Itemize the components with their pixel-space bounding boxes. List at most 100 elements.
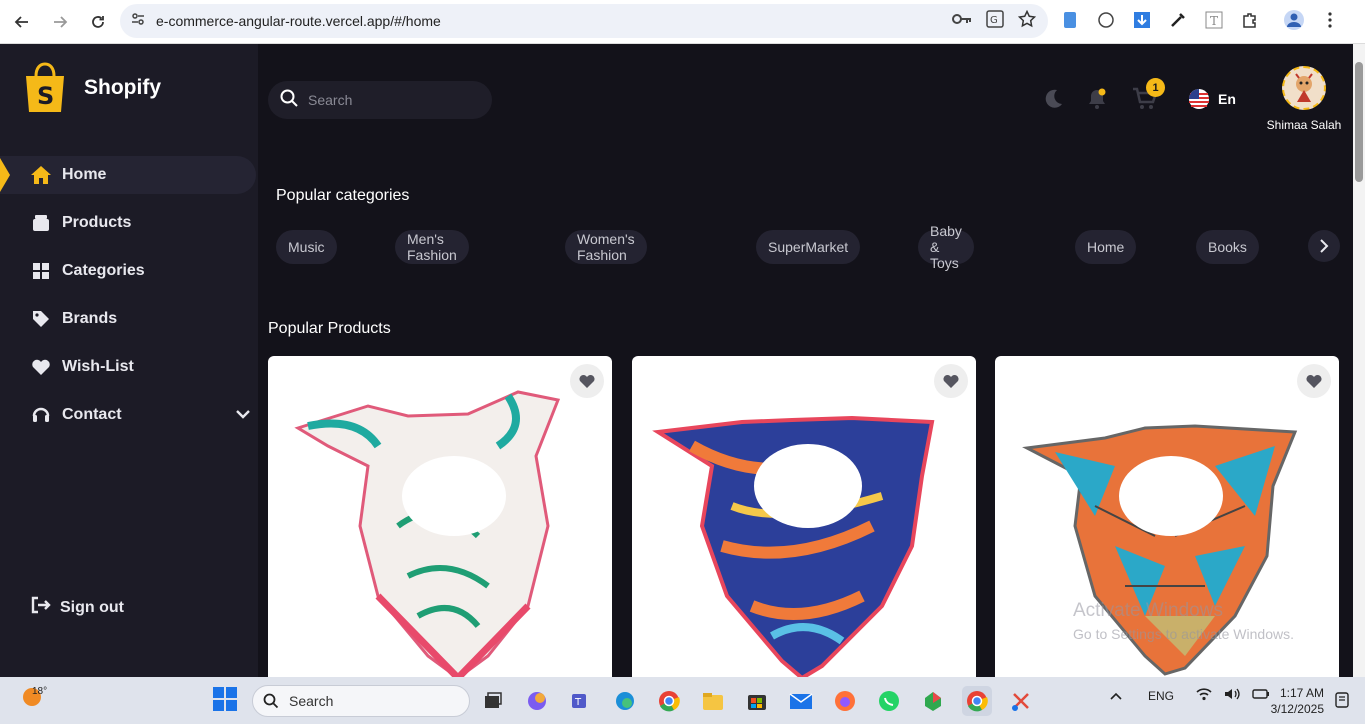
search-bar[interactable] [268,81,492,119]
search-input[interactable] [308,92,478,108]
url-text[interactable]: e-commerce-angular-route.vercel.app/#/ho… [156,13,441,29]
heart-icon [1306,374,1322,388]
sidebar-item-categories[interactable]: Categories [0,252,258,290]
download-icon[interactable] [1130,6,1154,34]
language-label: En [1218,91,1236,107]
dark-mode-toggle[interactable] [1040,86,1066,112]
wifi-icon[interactable] [1196,687,1212,704]
start-button[interactable] [212,686,238,712]
extension-circle-icon[interactable] [1094,6,1118,34]
translate-icon[interactable]: G [986,9,1004,33]
sidebar-item-label: Brands [62,310,118,327]
copilot-icon[interactable] [522,686,552,716]
clock-time: 1:17 AM [1279,686,1324,700]
grid-icon [30,260,52,282]
svg-text:S: S [37,82,54,110]
svg-text:T: T [1210,14,1218,28]
chevron-down-icon[interactable] [236,406,250,424]
forward-button[interactable] [42,4,78,40]
user-profile[interactable]: Shimaa Salah [1264,66,1344,132]
brand-logo[interactable]: S Shopify [22,62,161,114]
page-scrollbar[interactable] [1353,44,1365,677]
sidebar-item-wish-list[interactable]: Wish-List [0,348,258,386]
product-image [652,415,935,681]
products-title: Popular Products [268,320,391,337]
chrome-icon[interactable] [654,686,684,716]
password-key-icon[interactable] [952,12,972,31]
chevron-up-icon[interactable] [1110,689,1122,703]
sidebar-item-products[interactable]: Products [0,204,258,242]
category-chip[interactable]: Home [1075,230,1137,264]
volume-icon[interactable] [1224,687,1240,704]
address-bar[interactable]: e-commerce-angular-route.vercel.app/#/ho… [120,4,1048,38]
profile-icon[interactable] [1282,6,1306,34]
firefox-icon[interactable] [830,686,860,716]
product-image [294,390,561,684]
extension-phone-icon[interactable] [1058,6,1082,34]
text-tool-icon[interactable]: T [1202,6,1226,34]
browser-toolbar: e-commerce-angular-route.vercel.app/#/ho… [0,0,1365,44]
os-taskbar: 18° Search T ENG 1:17 AM 3/12/2025 [0,677,1365,724]
user-name: Shimaa Salah [1266,118,1342,132]
avatar[interactable] [1282,66,1326,110]
shopping-bag-logo-icon: S [26,62,64,112]
language-selector[interactable]: En [1188,86,1236,112]
category-chip[interactable]: SuperMarket [756,230,861,264]
product-card[interactable] [268,356,612,686]
category-chip[interactable]: Music [276,230,337,264]
browser-menu-icon[interactable] [1318,6,1342,34]
site-info-icon[interactable] [130,11,146,32]
reload-button[interactable] [80,4,116,40]
home-icon [30,164,52,186]
category-chip[interactable]: Men's Fashion [395,230,469,264]
heart-icon [30,356,52,378]
wishlist-toggle[interactable] [934,364,968,398]
svg-text:G: G [990,15,998,26]
edge-icon[interactable] [610,686,640,716]
notification-center-icon[interactable] [1334,692,1350,713]
search-icon [280,89,298,112]
task-view-icon[interactable] [478,686,508,716]
cart-button[interactable]: 1 [1132,78,1165,112]
extensions-puzzle-icon[interactable] [1238,6,1262,34]
sidebar-item-brands[interactable]: Brands [0,300,258,338]
carousel-next-button[interactable] [1308,230,1340,262]
m365-icon[interactable] [918,686,948,716]
snipping-tool-icon[interactable] [1006,686,1036,716]
product-card[interactable] [632,356,976,686]
system-clock[interactable]: 1:17 AM 3/12/2025 [1266,685,1324,717]
category-chip[interactable]: Women's Fashion [565,230,647,264]
svg-text:T: T [574,697,582,708]
category-chip[interactable]: Books [1196,230,1259,264]
heart-icon [579,374,595,388]
file-explorer-icon[interactable] [698,686,728,716]
notifications-button[interactable] [1084,86,1110,112]
header-actions: 1 En [1040,78,1236,112]
bell-icon [1089,88,1106,109]
bookmark-star-icon[interactable] [1017,9,1037,33]
sidebar-item-label: Wish-List [62,358,134,375]
store-icon[interactable] [742,686,772,716]
wishlist-toggle[interactable] [570,364,604,398]
sidebar-item-label: Products [62,214,132,231]
taskbar-search[interactable]: Search [252,685,470,717]
wishlist-toggle[interactable] [1297,364,1331,398]
sidebar-item-home[interactable]: Home [0,156,256,194]
sidebar-item-contact[interactable]: Contact [0,396,258,434]
eyedropper-icon[interactable] [1166,6,1190,34]
back-button[interactable] [4,4,40,40]
sign-out-button[interactable]: Sign out [30,596,124,619]
input-language[interactable]: ENG [1148,689,1174,703]
weather-temperature: 18° [32,686,48,697]
system-tray: ENG [1110,687,1270,704]
scrollbar-thumb[interactable] [1355,62,1363,182]
mail-icon[interactable] [786,686,816,716]
sign-out-icon [30,596,52,619]
chrome-active-icon[interactable] [962,686,992,716]
taskbar-apps: T [478,686,1036,716]
teams-icon[interactable]: T [566,686,596,716]
cart-count-badge: 1 [1146,78,1165,97]
category-chip[interactable]: Baby & Toys [918,223,974,271]
heart-icon [943,374,959,388]
whatsapp-icon[interactable] [874,686,904,716]
